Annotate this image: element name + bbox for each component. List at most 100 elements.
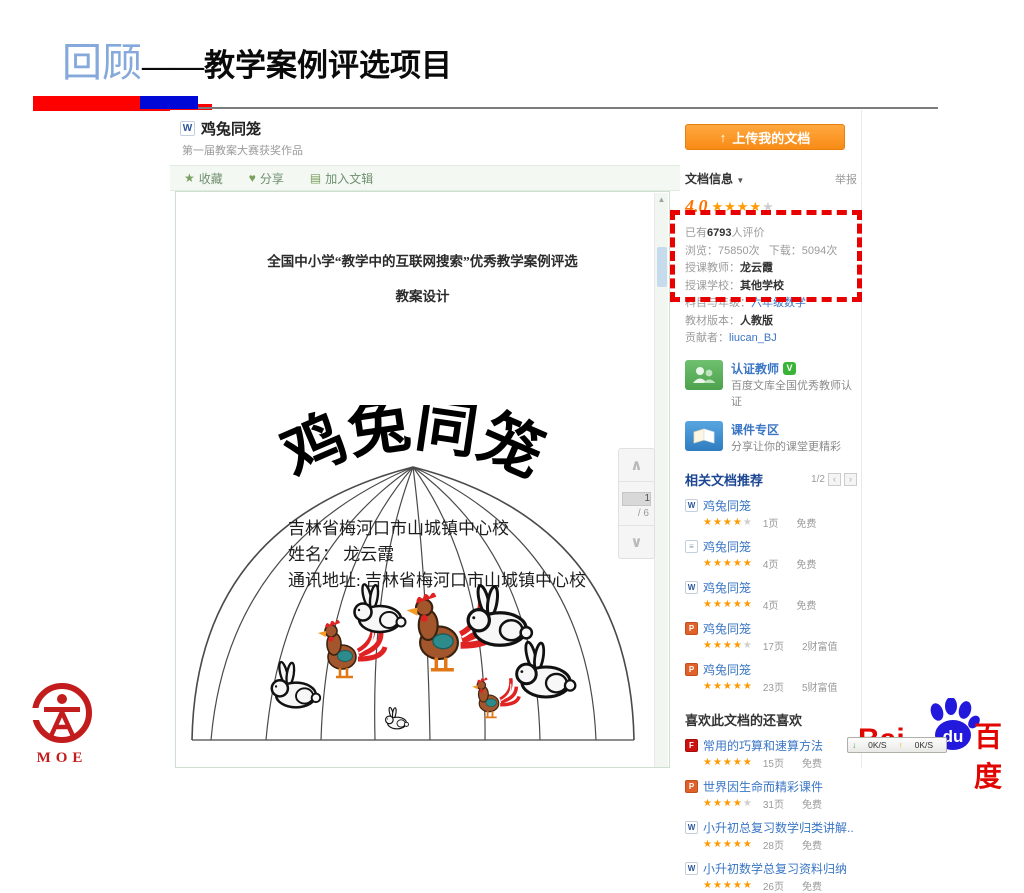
liked-doc-link[interactable]: 小升初数学总复习资料归纳 xyxy=(703,860,847,877)
stat-school: 授课学校：其他学校 xyxy=(685,279,784,292)
download-speed: 0K/S xyxy=(868,740,887,750)
price-label: 免费 xyxy=(796,518,817,530)
related-doc-link[interactable]: 鸡兔同笼 xyxy=(703,497,751,514)
liked-doc-link[interactable]: 小升初总复习数学归类讲解.. xyxy=(703,819,854,836)
certified-teacher-link[interactable]: 认证教师 xyxy=(731,360,779,377)
liked-doc-item: W 小升初数学总复习资料归纳 ★★★★★ 26页 免费 xyxy=(685,860,861,893)
related-doc-item: P 鸡兔同笼 ★★★★★ 23页 5财富值 xyxy=(685,661,861,694)
page-count: 26页 xyxy=(762,881,784,893)
page-up-button[interactable]: ∧ xyxy=(619,449,654,481)
rating-row: 4.0 ★★★★★ xyxy=(685,196,861,217)
doc-info-toggle[interactable]: 文档信息 ▼ xyxy=(685,170,744,187)
contributor-link[interactable]: liucan_BJ xyxy=(729,332,777,344)
preview-heading-1: 全国中小学“教学中的互联网搜索”优秀教学案例评选 xyxy=(267,254,578,269)
slide-title: 回顾 —— 教学案例评选项目 xyxy=(62,30,452,88)
upload-icon: ↑ xyxy=(719,129,727,145)
stat-contributor: 贡献者：liucan_BJ xyxy=(685,332,777,344)
slide-canvas: { "slide": { "title_highlight": "回顾", "t… xyxy=(0,0,1024,893)
related-doc-item: W 鸡兔同笼 ★★★★ ★ 1页 免费 xyxy=(685,497,861,530)
star-rating: ★★★★★ xyxy=(703,756,753,768)
related-doc-link[interactable]: 鸡兔同笼 xyxy=(703,538,751,555)
star-rating: ★★★★★ xyxy=(703,838,753,850)
decoration-divider-line xyxy=(88,107,938,109)
scrollbar-thumb[interactable] xyxy=(657,247,667,287)
star-rating: ★★★★★ xyxy=(703,879,753,891)
favorite-button[interactable]: ★ 收藏 xyxy=(184,170,223,187)
upload-label: 上传我的文档 xyxy=(732,130,811,146)
download-arrow-icon: ↓ xyxy=(852,740,857,750)
decoration-blue-bar xyxy=(140,96,198,109)
related-docs-title: 相关文档推荐 xyxy=(685,472,764,488)
certified-teacher-block: 认证教师 V 百度文库全国优秀教师认证 xyxy=(685,359,861,409)
page-count: 23页 xyxy=(762,682,784,694)
document-toolbar: ★ 收藏 ♥ 分享 ▤ 加入文辑 xyxy=(170,165,680,191)
related-doc-item: W 鸡兔同笼 ★★★★★ 4页 免费 xyxy=(685,579,861,612)
rating-stars-filled: ★★★★ xyxy=(711,198,763,214)
related-doc-link[interactable]: 鸡兔同笼 xyxy=(703,620,751,637)
page-total-label: / 6 xyxy=(637,508,649,519)
scrollbar-up-arrow[interactable]: ▲ xyxy=(655,195,668,204)
star-rating: ★★★★ xyxy=(703,516,743,528)
liked-doc-item: P 世界因生命而精彩课件 ★★★★ ★ 31页 免费 xyxy=(685,778,861,811)
liked-doc-link[interactable]: 世界因生命而精彩课件 xyxy=(703,778,823,795)
related-doc-item: P 鸡兔同笼 ★★★★ ★ 17页 2财富值 xyxy=(685,620,861,653)
courseware-zone-link[interactable]: 课件专区 xyxy=(731,421,779,438)
related-prev-button[interactable]: ‹ xyxy=(828,472,841,486)
add-to-collection-button[interactable]: ▤ 加入文辑 xyxy=(310,170,373,187)
favorite-label: 收藏 xyxy=(198,171,223,186)
page-number-input[interactable] xyxy=(622,491,651,506)
page-indicator: / 6 xyxy=(619,481,654,526)
verified-badge-icon: V xyxy=(783,361,797,375)
word-doc-icon: W xyxy=(685,861,698,875)
decoration-red-bar xyxy=(33,96,140,111)
rabbit-illustration xyxy=(384,706,410,730)
page-count: 17页 xyxy=(762,641,784,653)
ppt-doc-icon: P xyxy=(685,662,698,676)
upload-document-button[interactable]: ↑ 上传我的文档 xyxy=(685,124,845,150)
slide-title-dash: —— xyxy=(142,48,204,83)
moe-logo: MOE xyxy=(20,682,104,767)
liked-doc-item: F 常用的巧算和速算方法 ★★★★★ 15页 免费 xyxy=(685,737,861,770)
related-doc-link[interactable]: 鸡兔同笼 xyxy=(703,579,751,596)
doc-info-row: 文档信息 ▼ 举报 xyxy=(685,170,857,187)
liked-doc-link[interactable]: 常用的巧算和速算方法 xyxy=(703,737,823,754)
related-docs-header-row: 相关文档推荐 1/2 ‹ › xyxy=(685,470,857,489)
report-link[interactable]: 举报 xyxy=(835,171,857,187)
related-doc-link[interactable]: 鸡兔同笼 xyxy=(703,661,751,678)
price-label: 免费 xyxy=(801,881,822,893)
stat-subject: 科目与年级：六年级数学 xyxy=(685,297,806,309)
preview-school-line: 吉林省梅河口市山城镇中心校 xyxy=(288,519,509,538)
word-doc-icon: W xyxy=(685,580,698,594)
rating-score: 4.0 xyxy=(685,196,708,216)
page-count: 15页 xyxy=(762,758,784,770)
word-doc-icon: W xyxy=(180,121,195,136)
document-subtitle: 第一届教案大赛获奖作品 xyxy=(182,145,303,157)
page-down-button[interactable]: ∨ xyxy=(619,526,654,558)
wenku-screenshot: W 鸡兔同笼 第一届教案大赛获奖作品 ★ 收藏 ♥ 分享 ▤ 加入文辑 全国中小… xyxy=(170,110,862,893)
page-navigator: ∧ / 6 ∨ xyxy=(618,448,655,559)
net-speed-widget[interactable]: ↓ 0K/S ↑ 0K/S xyxy=(847,737,947,753)
share-label: 分享 xyxy=(259,171,284,186)
moe-label: MOE xyxy=(36,750,88,766)
preview-scrollbar[interactable]: ▲ xyxy=(654,193,668,767)
price-label: 免费 xyxy=(801,840,822,852)
certified-teacher-icon xyxy=(685,359,723,390)
rooster-illustration xyxy=(470,675,521,720)
price-label: 免费 xyxy=(801,799,822,811)
ppt-doc-icon: P xyxy=(685,779,698,793)
subject-link[interactable]: 六年级数学 xyxy=(751,297,806,309)
certified-teacher-desc: 百度文库全国优秀教师认证 xyxy=(731,379,852,408)
price-label: 免费 xyxy=(796,600,817,612)
document-preview[interactable]: 全国中小学“教学中的互联网搜索”优秀教学案例评选 教案设计 鸡兔同笼 吉林省梅河… xyxy=(175,191,670,768)
stat-edition: 教材版本：人教版 xyxy=(685,314,773,327)
stat-views-downloads: 浏览：75850次 下载：5094次 xyxy=(685,244,838,257)
price-label: 免费 xyxy=(796,559,817,571)
document-stats: 已有6793人评价 浏览：75850次 下载：5094次 授课教师：龙云霞 授课… xyxy=(685,225,861,348)
preview-name-line: 姓名： 龙云霞 xyxy=(288,545,394,564)
heart-icon: ♥ xyxy=(248,171,256,185)
page-count: 1页 xyxy=(762,518,779,530)
star-rating: ★★★★ xyxy=(703,639,743,651)
share-button[interactable]: ♥ 分享 xyxy=(249,170,284,187)
document-title: 鸡兔同笼 xyxy=(201,121,262,138)
related-next-button[interactable]: › xyxy=(844,472,857,486)
